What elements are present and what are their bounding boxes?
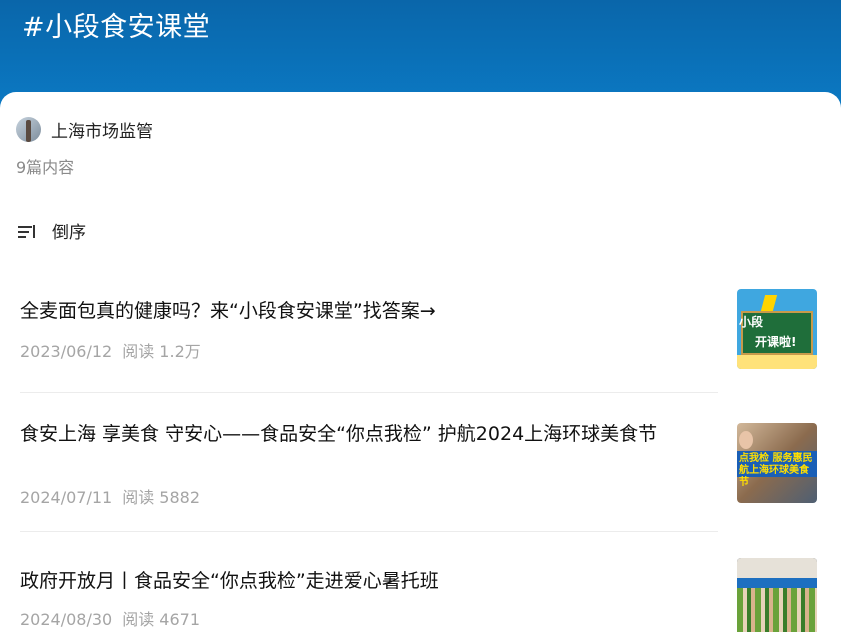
sort-icon <box>18 222 38 240</box>
article-title[interactable]: 全麦面包真的健康吗？来“小段食安课堂”找答案→ <box>20 296 720 327</box>
article-date: 2023/06/12 <box>20 342 113 361</box>
article-thumbnail[interactable] <box>737 558 817 632</box>
article-views: 阅读 1.2万 <box>122 342 201 361</box>
sort-label: 倒序 <box>52 223 86 243</box>
divider <box>20 392 718 393</box>
article-date: 2024/08/30 <box>20 610 113 629</box>
content-card: 上海市场监管 9篇内容 倒序 全麦面包真的健康吗？来“小段食安课堂”找答案→ 2… <box>0 92 841 632</box>
article-views: 阅读 4671 <box>122 610 201 629</box>
list-item[interactable]: 全麦面包真的健康吗？来“小段食安课堂”找答案→ 2023/06/12 阅读 1.2… <box>20 289 817 386</box>
author-row[interactable]: 上海市场监管 <box>16 116 153 142</box>
list-item[interactable]: 政府开放月丨食品安全“你点我检”走进爱心暑托班 2024/08/30 阅读 467… <box>20 558 817 632</box>
article-meta: 2023/06/12 阅读 1.2万 <box>20 338 201 362</box>
article-count: 9篇内容 <box>16 158 75 177</box>
article-meta: 2024/07/11 阅读 5882 <box>20 484 200 508</box>
avatar[interactable] <box>16 116 41 142</box>
divider <box>20 531 718 532</box>
thumbnail-text: 开课啦! <box>755 335 797 349</box>
article-date: 2024/07/11 <box>20 488 113 507</box>
article-views: 阅读 5882 <box>122 488 201 507</box>
article-meta: 2024/08/30 阅读 4671 <box>20 606 200 630</box>
author-name[interactable]: 上海市场监管 <box>51 117 153 142</box>
article-title[interactable]: 政府开放月丨食品安全“你点我检”走进爱心暑托班 <box>20 566 720 597</box>
article-thumbnail[interactable]: 小段 开课啦! <box>737 289 817 369</box>
thumbnail-text: 点我检 服务惠民 航上海环球美食节 <box>739 453 813 488</box>
list-item[interactable]: 食安上海 享美食 守安心——食品安全“你点我检” 护航2024上海环球美食节 2… <box>20 419 817 539</box>
page: #小段食安课堂 上海市场监管 9篇内容 倒序 全麦面包真的健康吗？来“小段食安课… <box>0 0 841 632</box>
article-thumbnail[interactable]: 点我检 服务惠民 航上海环球美食节 <box>737 423 817 503</box>
sort-button[interactable]: 倒序 <box>18 218 86 243</box>
article-title[interactable]: 食安上海 享美食 守安心——食品安全“你点我检” 护航2024上海环球美食节 <box>20 419 720 450</box>
page-title: #小段食安课堂 <box>22 12 211 43</box>
thumbnail-text: 小段 <box>739 315 764 329</box>
